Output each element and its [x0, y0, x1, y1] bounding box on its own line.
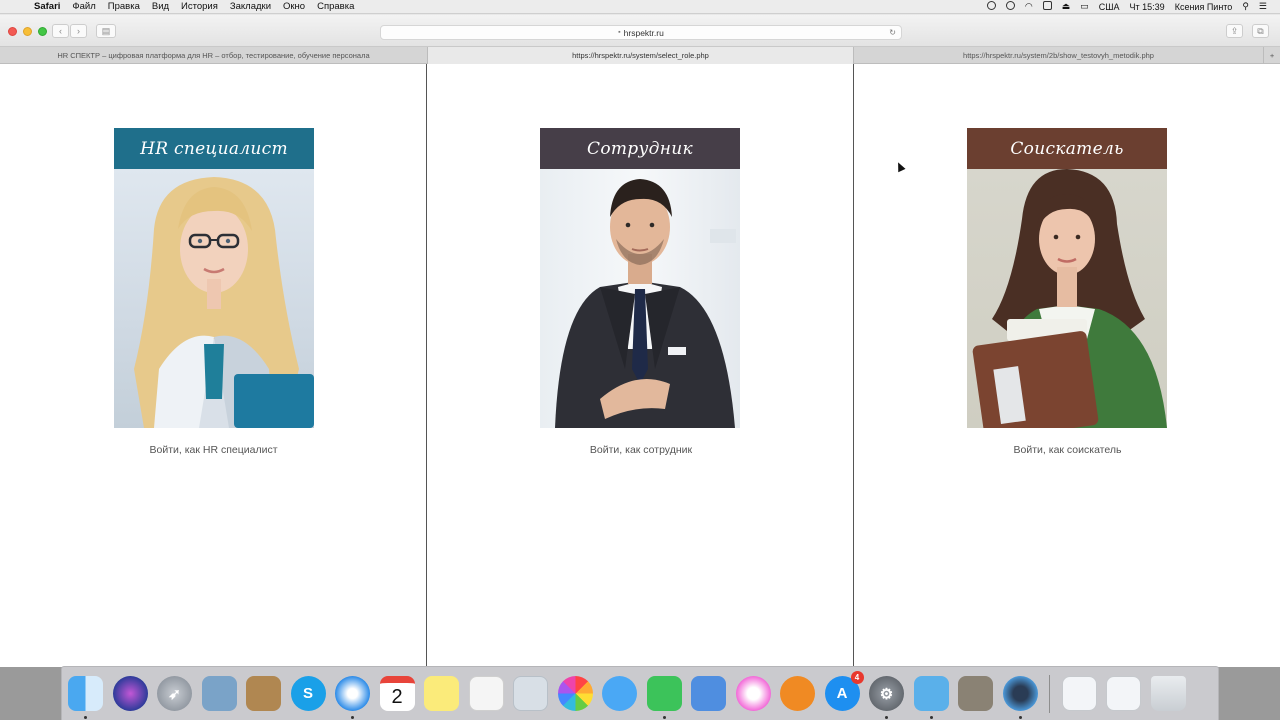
itunes-icon[interactable]: ♪: [735, 676, 771, 711]
safari-icon[interactable]: [335, 676, 370, 719]
stickies-icon[interactable]: [424, 676, 459, 711]
battery-icon[interactable]: ▭: [1075, 1, 1094, 12]
new-tab-button[interactable]: +: [1264, 47, 1280, 64]
calendar-icon[interactable]: 2: [379, 676, 415, 711]
quicktime-icon[interactable]: [1002, 676, 1038, 719]
system-preferences-icon[interactable]: ⚙: [869, 676, 904, 719]
menu-edit[interactable]: Правка: [102, 1, 146, 12]
tab-test-methods[interactable]: https://hrspektr.ru/system/2b/show_testo…: [854, 47, 1264, 64]
siri-icon[interactable]: [112, 676, 148, 711]
sidebar-toggle-icon[interactable]: ▤: [96, 24, 116, 38]
minimize-window-icon[interactable]: [23, 27, 32, 36]
back-button[interactable]: ‹: [52, 24, 69, 38]
gimp-icon[interactable]: [958, 676, 993, 711]
downloads-stack-icon[interactable]: [1061, 676, 1097, 711]
employee-photo: [540, 169, 740, 428]
page-content: HR специалист Войти, как HR специалист С…: [0, 64, 1280, 667]
airplay-icon[interactable]: [1038, 1, 1057, 12]
menu-help[interactable]: Справка: [311, 1, 360, 12]
status-app-icon[interactable]: [1001, 1, 1020, 12]
menu-file[interactable]: Файл: [66, 1, 101, 12]
login-as-employee-link[interactable]: Войти, как сотрудник: [428, 444, 854, 456]
app-store-badge: 4: [850, 671, 864, 684]
pane-hr-specialist: HR специалист Войти, как HR специалист: [0, 64, 427, 667]
spotlight-icon[interactable]: ⚲: [1237, 1, 1254, 12]
dock: ➶ S 2 ♪ A4 ⚙: [61, 666, 1219, 720]
window-controls: [8, 27, 47, 36]
facetime-icon[interactable]: [646, 676, 682, 719]
address-bar[interactable]: ▪ hrspektr.ru ↻: [380, 25, 902, 40]
keynote-icon[interactable]: [691, 676, 726, 711]
documents-stack-icon[interactable]: [1106, 676, 1141, 711]
launchpad-icon[interactable]: ➶: [157, 676, 192, 711]
address-url: hrspektr.ru: [623, 27, 664, 38]
reload-icon[interactable]: ↻: [889, 28, 896, 37]
app-store-icon[interactable]: A4: [824, 671, 864, 711]
calendar-day: 2: [391, 685, 403, 708]
forward-button[interactable]: ›: [70, 24, 87, 38]
wifi-icon[interactable]: ◠: [1020, 1, 1038, 12]
reminders-icon[interactable]: [468, 676, 504, 711]
record-icon[interactable]: [982, 1, 1001, 12]
applicant-photo: [967, 169, 1167, 428]
pane-applicant: Соискатель Войти, как соискатель: [855, 64, 1280, 667]
menu-app-safari[interactable]: Safari: [28, 1, 66, 12]
menu-clock[interactable]: Чт 15:39: [1125, 2, 1170, 12]
menu-history[interactable]: История: [175, 1, 224, 12]
share-icon[interactable]: ⇪: [1226, 24, 1243, 38]
role-title-applicant: Соискатель: [967, 128, 1167, 169]
mail-icon[interactable]: [913, 676, 949, 719]
tab-bar: HR СПЕКТР – цифровая платформа для HR – …: [0, 47, 1280, 64]
eject-icon[interactable]: ⏏: [1057, 1, 1076, 12]
login-as-hr-link[interactable]: Войти, как HR специалист: [0, 444, 427, 456]
role-title-employee: Сотрудник: [540, 128, 740, 169]
ibooks-icon[interactable]: [780, 676, 815, 711]
applicant-woman-portrait-icon: [972, 169, 1167, 428]
role-card-hr[interactable]: HR специалист: [114, 128, 314, 428]
menu-bookmarks[interactable]: Закладки: [224, 1, 277, 12]
tab-hrspektr-home[interactable]: HR СПЕКТР – цифровая платформа для HR – …: [0, 47, 428, 64]
trash-icon[interactable]: [1150, 676, 1186, 711]
browser-toolbar: ‹ › ▤ ▪ hrspektr.ru ↻ ⇪ ⧉: [0, 15, 1280, 47]
finder-icon[interactable]: [68, 676, 103, 719]
menu-window[interactable]: Окно: [277, 1, 311, 12]
hr-woman-portrait-icon: [134, 177, 314, 428]
employee-man-portrait-icon: [555, 179, 736, 428]
notification-center-icon[interactable]: ☰: [1254, 1, 1272, 12]
menu-bar: Safari Файл Правка Вид История Закладки …: [0, 0, 1280, 14]
messages-icon[interactable]: [602, 676, 637, 711]
lock-icon: ▪: [618, 29, 621, 36]
hr-specialist-photo: [114, 169, 314, 428]
preview-icon[interactable]: [201, 676, 237, 711]
tabs-overview-icon[interactable]: ⧉: [1252, 24, 1269, 38]
role-title-hr: HR специалист: [114, 128, 314, 169]
input-source[interactable]: США: [1094, 2, 1125, 12]
tab-select-role[interactable]: https://hrspektr.ru/system/select_role.p…: [428, 47, 854, 64]
photos-icon[interactable]: [557, 676, 593, 711]
dock-separator: [1049, 674, 1050, 713]
photo-booth-icon[interactable]: [513, 676, 548, 711]
skype-icon[interactable]: S: [290, 676, 326, 711]
login-as-applicant-link[interactable]: Войти, как соискатель: [855, 444, 1280, 456]
zoom-window-icon[interactable]: [38, 27, 47, 36]
close-window-icon[interactable]: [8, 27, 17, 36]
notes-book-icon[interactable]: [246, 676, 281, 711]
role-card-employee[interactable]: Сотрудник: [540, 128, 740, 428]
menu-user[interactable]: Ксения Пинто: [1170, 2, 1238, 12]
role-card-applicant[interactable]: Соискатель: [967, 128, 1167, 428]
pane-employee: Сотрудник Войти, как сотрудник: [428, 64, 854, 667]
menu-view[interactable]: Вид: [146, 1, 175, 12]
